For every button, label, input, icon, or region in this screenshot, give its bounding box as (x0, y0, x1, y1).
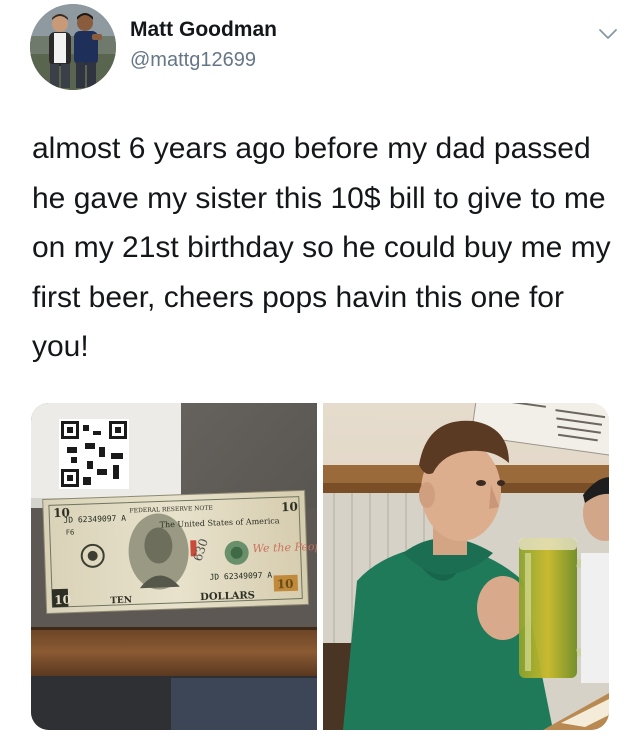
tweet-header: Matt Goodman @mattg12699 (30, 4, 620, 92)
avatar-photo (30, 4, 116, 90)
bill-corner-top-left: 10 (53, 506, 70, 521)
bill-we-the-people: We the People (252, 539, 317, 555)
bill-bank-letter: F6 (66, 528, 75, 536)
chevron-down-icon[interactable] (596, 22, 620, 46)
tweet-text: almost 6 years ago before my dad passed … (32, 132, 611, 363)
bill-corner-top-right: 10 (281, 500, 298, 515)
avatar[interactable] (30, 4, 116, 90)
bill-dollars-word: DOLLARS (200, 590, 255, 603)
tweet-media[interactable]: We the People FEDERAL RESERVE NOTE The U… (31, 403, 609, 730)
photo-ten-dollar-bill[interactable]: We the People FEDERAL RESERVE NOTE The U… (31, 403, 317, 730)
tweet-card: Matt Goodman @mattg12699 almost 6 years … (0, 0, 640, 743)
user-names: Matt Goodman @mattg12699 (130, 17, 277, 73)
bill-corner-bottom-right: 10 (277, 577, 294, 592)
photo-man-drinking-beer[interactable] (323, 403, 609, 730)
bill-ten-word: TEN (110, 595, 132, 606)
bill-corner-bottom-left: 10 (54, 593, 71, 608)
user-handle[interactable]: @mattg12699 (130, 47, 277, 73)
display-name[interactable]: Matt Goodman (130, 17, 277, 43)
